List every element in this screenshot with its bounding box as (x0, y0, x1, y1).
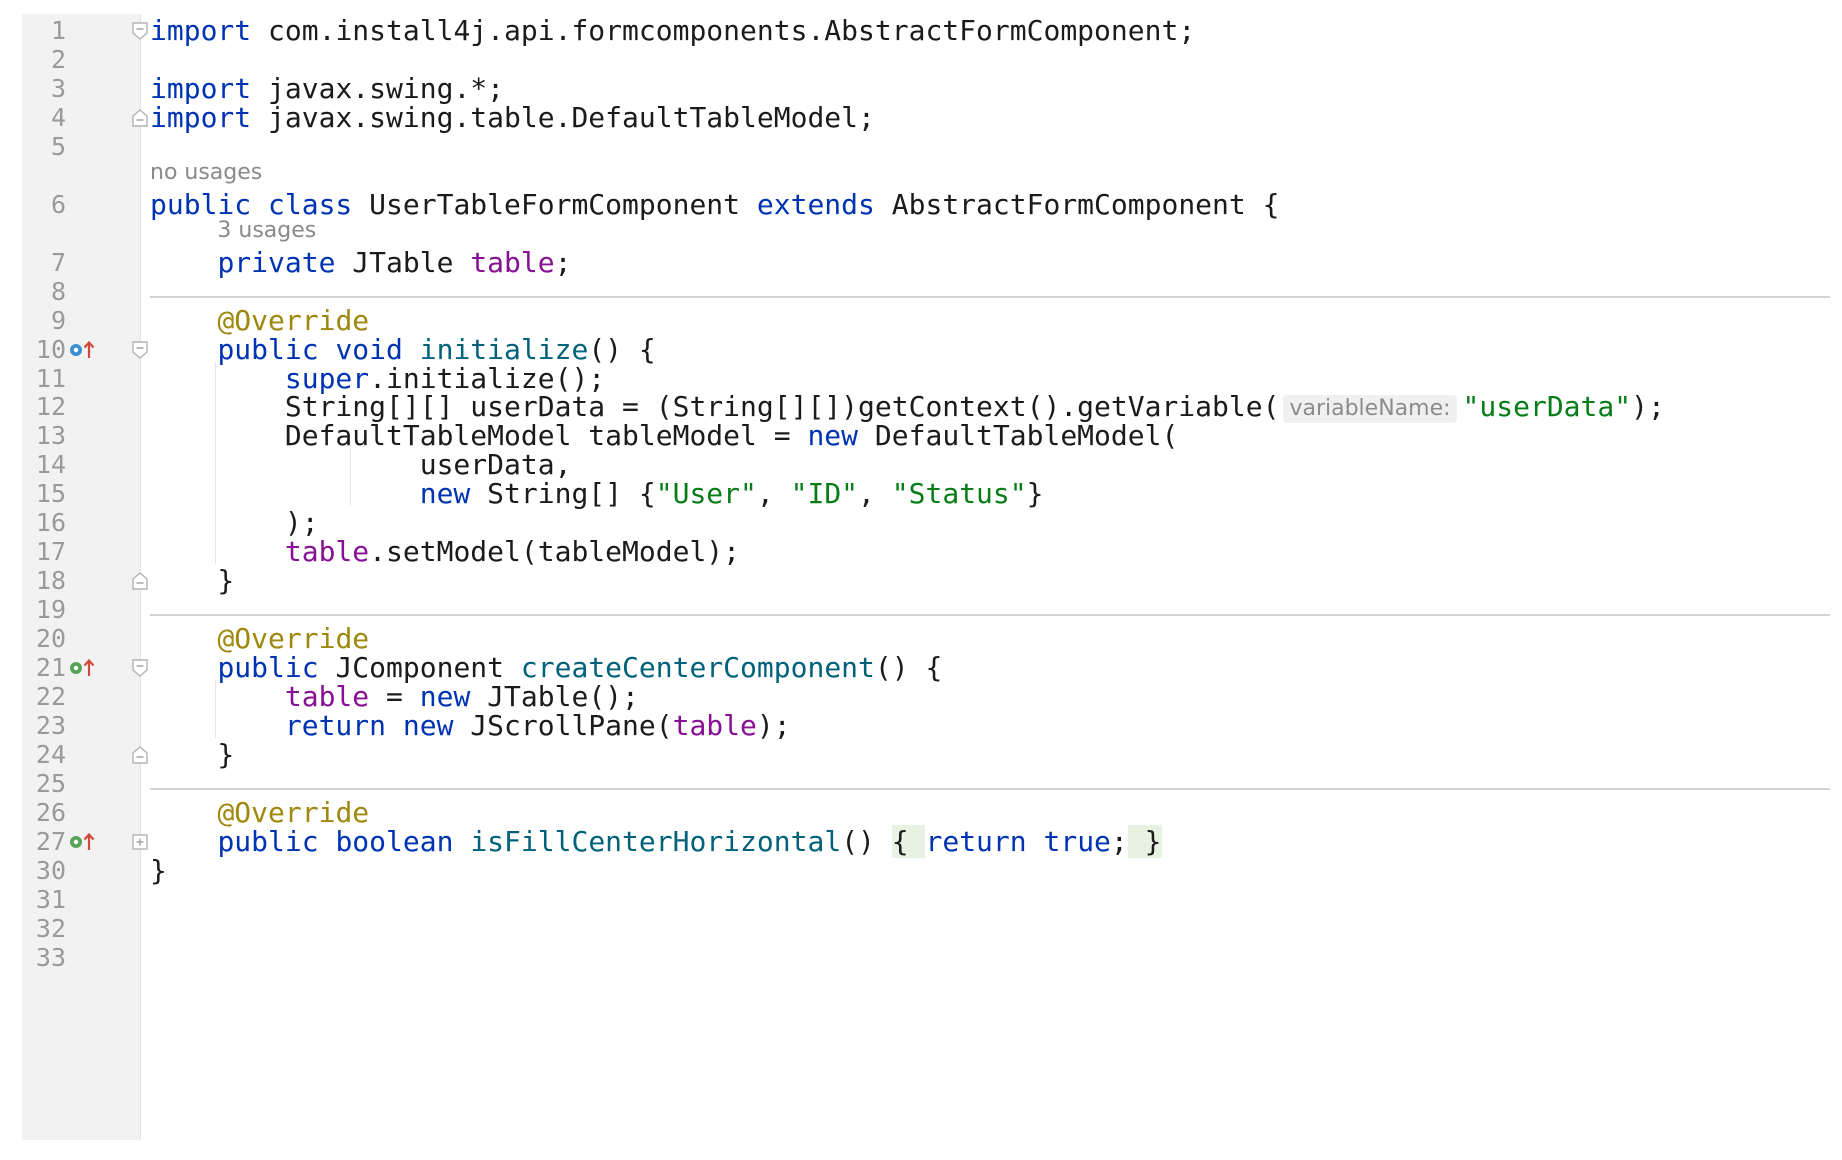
code-token-field: table (284, 535, 370, 568)
code-token-plain: .setModel(tableModel); (369, 535, 741, 568)
code-token-plain: JScrollPane( (453, 709, 673, 742)
indent-guide (215, 362, 217, 564)
field-usages-hint[interactable]: 3 usages (217, 218, 316, 244)
method-separator (150, 788, 1830, 790)
code-token-plain: JTable (335, 246, 471, 279)
code-token-keyword: return new (284, 709, 454, 742)
method-separator (150, 296, 1830, 298)
code-token-plain: DefaultTableModel( (858, 419, 1179, 452)
code-token-plain: UserTableFormComponent (352, 188, 757, 221)
fold-end-icon[interactable] (130, 745, 150, 765)
code-token-keyword: return true (925, 825, 1111, 858)
code-token-keyword: public class (150, 188, 353, 221)
code-token-string: "ID" (790, 477, 859, 510)
code-line[interactable]: } (150, 564, 234, 598)
code-line[interactable]: } (150, 738, 234, 772)
code-line[interactable]: } (150, 854, 167, 888)
code-line[interactable]: import com.install4j.api.formcomponents.… (150, 14, 1195, 48)
code-token-plain: com.install4j.api.formcomponents.Abstrac… (251, 14, 1196, 47)
gutter-row[interactable]: 5 (22, 130, 140, 164)
line-number: 5 (50, 132, 66, 161)
code-editor[interactable]: 1 2 3 4 5 6 7 8 9 10 11 12 13 14 15 16 17 18 19 20 21 22 23 24 2… (0, 0, 1842, 1160)
class-usages-hint[interactable]: no usages (150, 160, 262, 186)
fold-end-icon[interactable] (130, 571, 150, 591)
code-token-keyword: extends (756, 188, 875, 221)
indent-guide (350, 448, 352, 506)
code-token-plain: ; (554, 246, 572, 279)
code-token-plain: } (150, 738, 235, 771)
code-token-plain: } (150, 564, 235, 597)
implement-method-icon[interactable] (68, 831, 98, 853)
line-number: 33 (35, 943, 66, 972)
indent-guide (215, 680, 217, 738)
code-token-field: table (470, 246, 555, 279)
code-token-plain: ); (1631, 390, 1665, 423)
code-token-plain: AbstractFormComponent { (874, 188, 1280, 221)
line-number: 6 (50, 190, 66, 219)
override-method-icon[interactable] (68, 339, 98, 361)
code-token-plain: String[] { (470, 477, 656, 510)
code-token-plain: , (858, 477, 892, 510)
code-token-keyword: private (217, 246, 336, 279)
code-line[interactable]: public boolean isFillCenterHorizontal() … (150, 825, 1162, 859)
code-line[interactable]: table.setModel(tableModel); (150, 535, 740, 569)
gutter-row[interactable]: 33 (22, 941, 140, 975)
code-token-plain: ; (1110, 825, 1128, 858)
code-token-plain: } (150, 854, 167, 887)
code-token-plain: ); (756, 709, 791, 742)
code-token-string: "Status" (891, 477, 1027, 510)
editor-gutter[interactable]: 1 2 3 4 5 6 7 8 9 10 11 12 13 14 15 16 17 18 19 20 21 22 23 24 2… (22, 14, 148, 1140)
fold-expand-icon[interactable] (130, 832, 150, 852)
gutter-row[interactable]: 6 (22, 188, 140, 222)
code-token-keyword: new (419, 477, 471, 510)
fold-start-icon[interactable] (130, 21, 150, 41)
fold-end-icon[interactable] (130, 108, 150, 128)
code-line[interactable]: public class UserTableFormComponent exte… (150, 188, 1279, 222)
parameter-name-hint: variableName: (1283, 395, 1457, 423)
code-line[interactable]: import javax.swing.table.DefaultTableMod… (150, 101, 875, 135)
code-line[interactable]: return new JScrollPane(table); (150, 709, 791, 743)
folded-braces[interactable]: } (1127, 825, 1162, 858)
code-token-plain: , (756, 477, 791, 510)
fold-start-icon[interactable] (130, 658, 150, 678)
code-token-plain: () (841, 825, 875, 858)
code-token-plain: () { (874, 651, 943, 684)
method-separator (150, 614, 1830, 616)
code-token-keyword: import (150, 101, 252, 134)
code-token-method: isFillCenterHorizontal (470, 825, 842, 858)
code-token-keyword: import (150, 14, 252, 47)
code-token-plain: } (1026, 477, 1044, 510)
folded-braces[interactable]: { (891, 825, 926, 858)
code-token-plain: javax.swing.table.DefaultTableModel; (251, 101, 875, 134)
fold-start-icon[interactable] (130, 340, 150, 360)
code-token-field: table (672, 709, 757, 742)
implement-method-icon[interactable] (68, 657, 98, 679)
code-line[interactable]: private JTable table; (150, 246, 571, 280)
code-token-string: "userData" (1462, 390, 1632, 423)
code-token-string: "User" (655, 477, 757, 510)
code-token-keyword: public boolean (217, 825, 454, 858)
code-token-keyword: new (807, 419, 859, 452)
